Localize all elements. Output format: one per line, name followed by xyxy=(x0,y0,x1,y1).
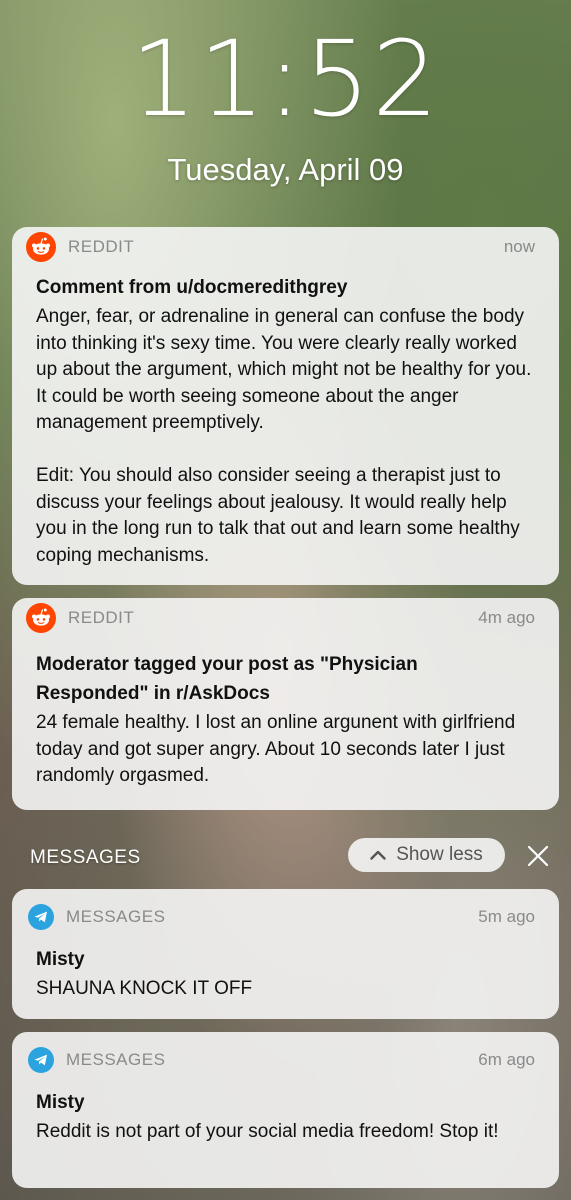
notification-app-name: REDDIT xyxy=(68,608,135,627)
notification-card-messages-1[interactable]: MESSAGES 5m ago Misty SHAUNA KNOCK IT OF… xyxy=(12,889,559,1019)
notification-app-name: REDDIT xyxy=(68,237,135,256)
close-icon[interactable] xyxy=(524,842,552,870)
notification-title: Misty xyxy=(36,1092,85,1113)
notification-body: Anger, fear, or adrenaline in general ca… xyxy=(36,306,532,566)
notification-group-header: MESSAGES Show less xyxy=(0,838,571,876)
notification-time: 4m ago xyxy=(478,608,535,627)
reddit-icon xyxy=(26,603,56,633)
show-less-button[interactable]: Show less xyxy=(348,838,505,872)
telegram-icon xyxy=(28,904,54,930)
notification-title: Moderator tagged your post as "Physician… xyxy=(36,654,418,704)
notification-card-reddit-moderator[interactable]: REDDIT 4m ago Moderator tagged your post… xyxy=(12,598,559,810)
telegram-icon xyxy=(28,1047,54,1073)
notification-time: 6m ago xyxy=(478,1050,535,1069)
notification-card-reddit-comment[interactable]: REDDIT now Comment from u/docmeredithgre… xyxy=(12,227,559,585)
notification-time: 5m ago xyxy=(478,907,535,926)
notification-body: Reddit is not part of your social media … xyxy=(36,1121,499,1142)
reddit-icon xyxy=(26,232,56,262)
notification-title: Comment from u/docmeredithgrey xyxy=(36,277,348,298)
notification-body: SHAUNA KNOCK IT OFF xyxy=(36,978,253,999)
lockscreen-clock: 11:52 xyxy=(130,18,441,140)
notification-card-messages-2[interactable]: MESSAGES 6m ago Misty Reddit is not part… xyxy=(12,1032,559,1188)
lockscreen-date: Tuesday, April 09 xyxy=(167,152,404,187)
notification-title: Misty xyxy=(36,949,85,970)
notification-time: now xyxy=(503,237,535,256)
show-less-label: Show less xyxy=(396,844,483,865)
notification-app-name: MESSAGES xyxy=(66,907,166,926)
chevron-up-icon xyxy=(370,844,386,866)
notification-body: 24 female healthy. I lost an online argu… xyxy=(36,712,521,786)
notification-app-name: MESSAGES xyxy=(66,1050,166,1069)
group-label: MESSAGES xyxy=(30,847,141,868)
